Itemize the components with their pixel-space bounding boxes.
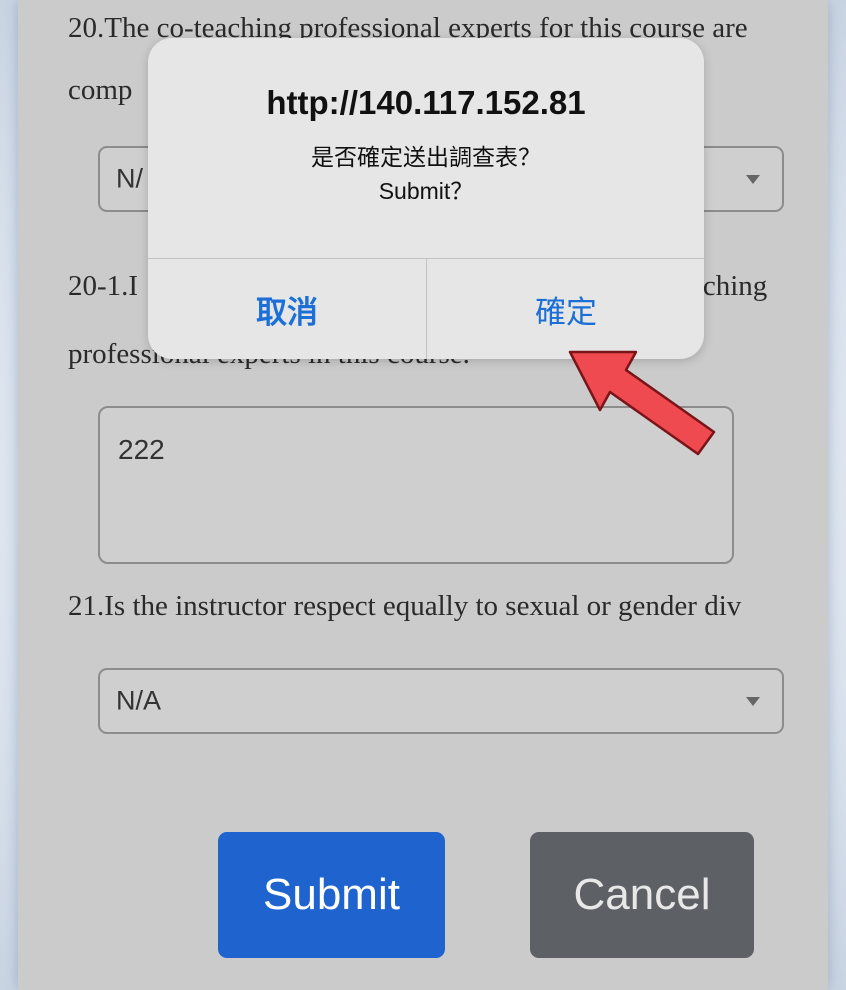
red-arrow-icon xyxy=(568,350,716,456)
question-21-text: 21.Is the instructor respect equally to … xyxy=(68,590,742,622)
question-20-select-value: N/ xyxy=(116,163,143,194)
question-20-text-line2: comp xyxy=(68,74,133,106)
confirm-dialog: http://140.117.152.81 是否確定送出調查表？ Submit？… xyxy=(148,38,704,359)
submit-button[interactable]: Submit xyxy=(218,832,445,958)
question-20-1-text-start: 20-1.I xyxy=(68,270,139,302)
dialog-message-zh: 是否確定送出調查表？ xyxy=(311,144,541,170)
question-21-select-value: N/A xyxy=(116,685,162,716)
cancel-button[interactable]: Cancel xyxy=(530,832,754,958)
survey-screen: 20.The co-teaching professional experts … xyxy=(18,0,828,990)
question-20-1-textarea-value: 222 xyxy=(118,434,165,465)
chevron-down-icon xyxy=(746,697,760,706)
chevron-down-icon xyxy=(746,175,760,184)
dialog-message: 是否確定送出調查表？ Submit？ xyxy=(148,140,704,208)
dialog-title: http://140.117.152.81 xyxy=(266,84,586,121)
dialog-cancel-button[interactable]: 取消 xyxy=(148,259,426,359)
dialog-message-en: Submit？ xyxy=(378,178,474,204)
question-21-select[interactable]: N/A xyxy=(98,668,784,734)
